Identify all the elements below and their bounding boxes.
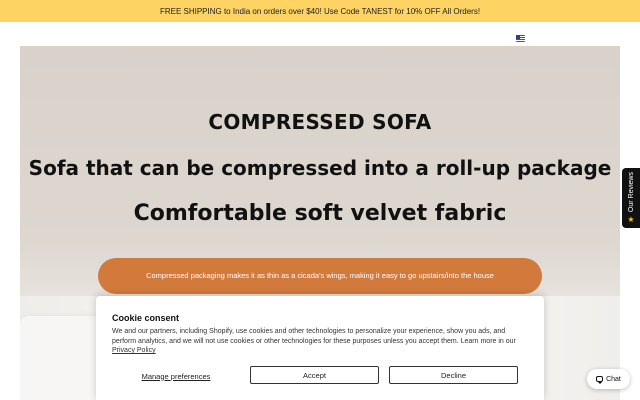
hero-tagline: Comfortable soft velvet fabric xyxy=(133,201,507,226)
hero-feature-pill: Compressed packaging makes it as thin as… xyxy=(98,258,542,294)
decline-button[interactable]: Decline xyxy=(389,366,518,384)
accept-button[interactable]: Accept xyxy=(250,366,379,384)
chat-button[interactable]: Chat xyxy=(587,369,630,389)
reviews-tab-label: Our Reviews xyxy=(627,171,635,213)
site-header xyxy=(0,22,640,46)
announcement-bar: FREE SHIPPING to India on orders over $4… xyxy=(0,0,640,22)
hero-feature-text: Compressed packaging makes it as thin as… xyxy=(146,271,494,281)
cookie-description-text: We and our partners, including Shopify, … xyxy=(112,328,516,345)
chat-icon xyxy=(596,376,604,384)
cookie-consent-banner: Cookie consent We and our partners, incl… xyxy=(96,296,544,400)
star-icon: ★ xyxy=(627,215,635,225)
chat-label: Chat xyxy=(606,375,621,383)
cookie-description: We and our partners, including Shopify, … xyxy=(112,327,528,356)
announcement-text: FREE SHIPPING to India on orders over $4… xyxy=(159,6,481,16)
cookie-title: Cookie consent xyxy=(112,313,180,323)
reviews-tab[interactable]: Our Reviews ★ xyxy=(622,168,640,228)
privacy-policy-link[interactable]: Privacy Policy xyxy=(112,347,156,354)
us-flag-icon[interactable] xyxy=(516,35,525,42)
hero-title: COMPRESSED SOFA xyxy=(208,110,432,134)
hero-subtitle: Sofa that can be compressed into a roll-… xyxy=(28,156,612,180)
manage-preferences-button[interactable]: Manage preferences xyxy=(112,368,240,384)
